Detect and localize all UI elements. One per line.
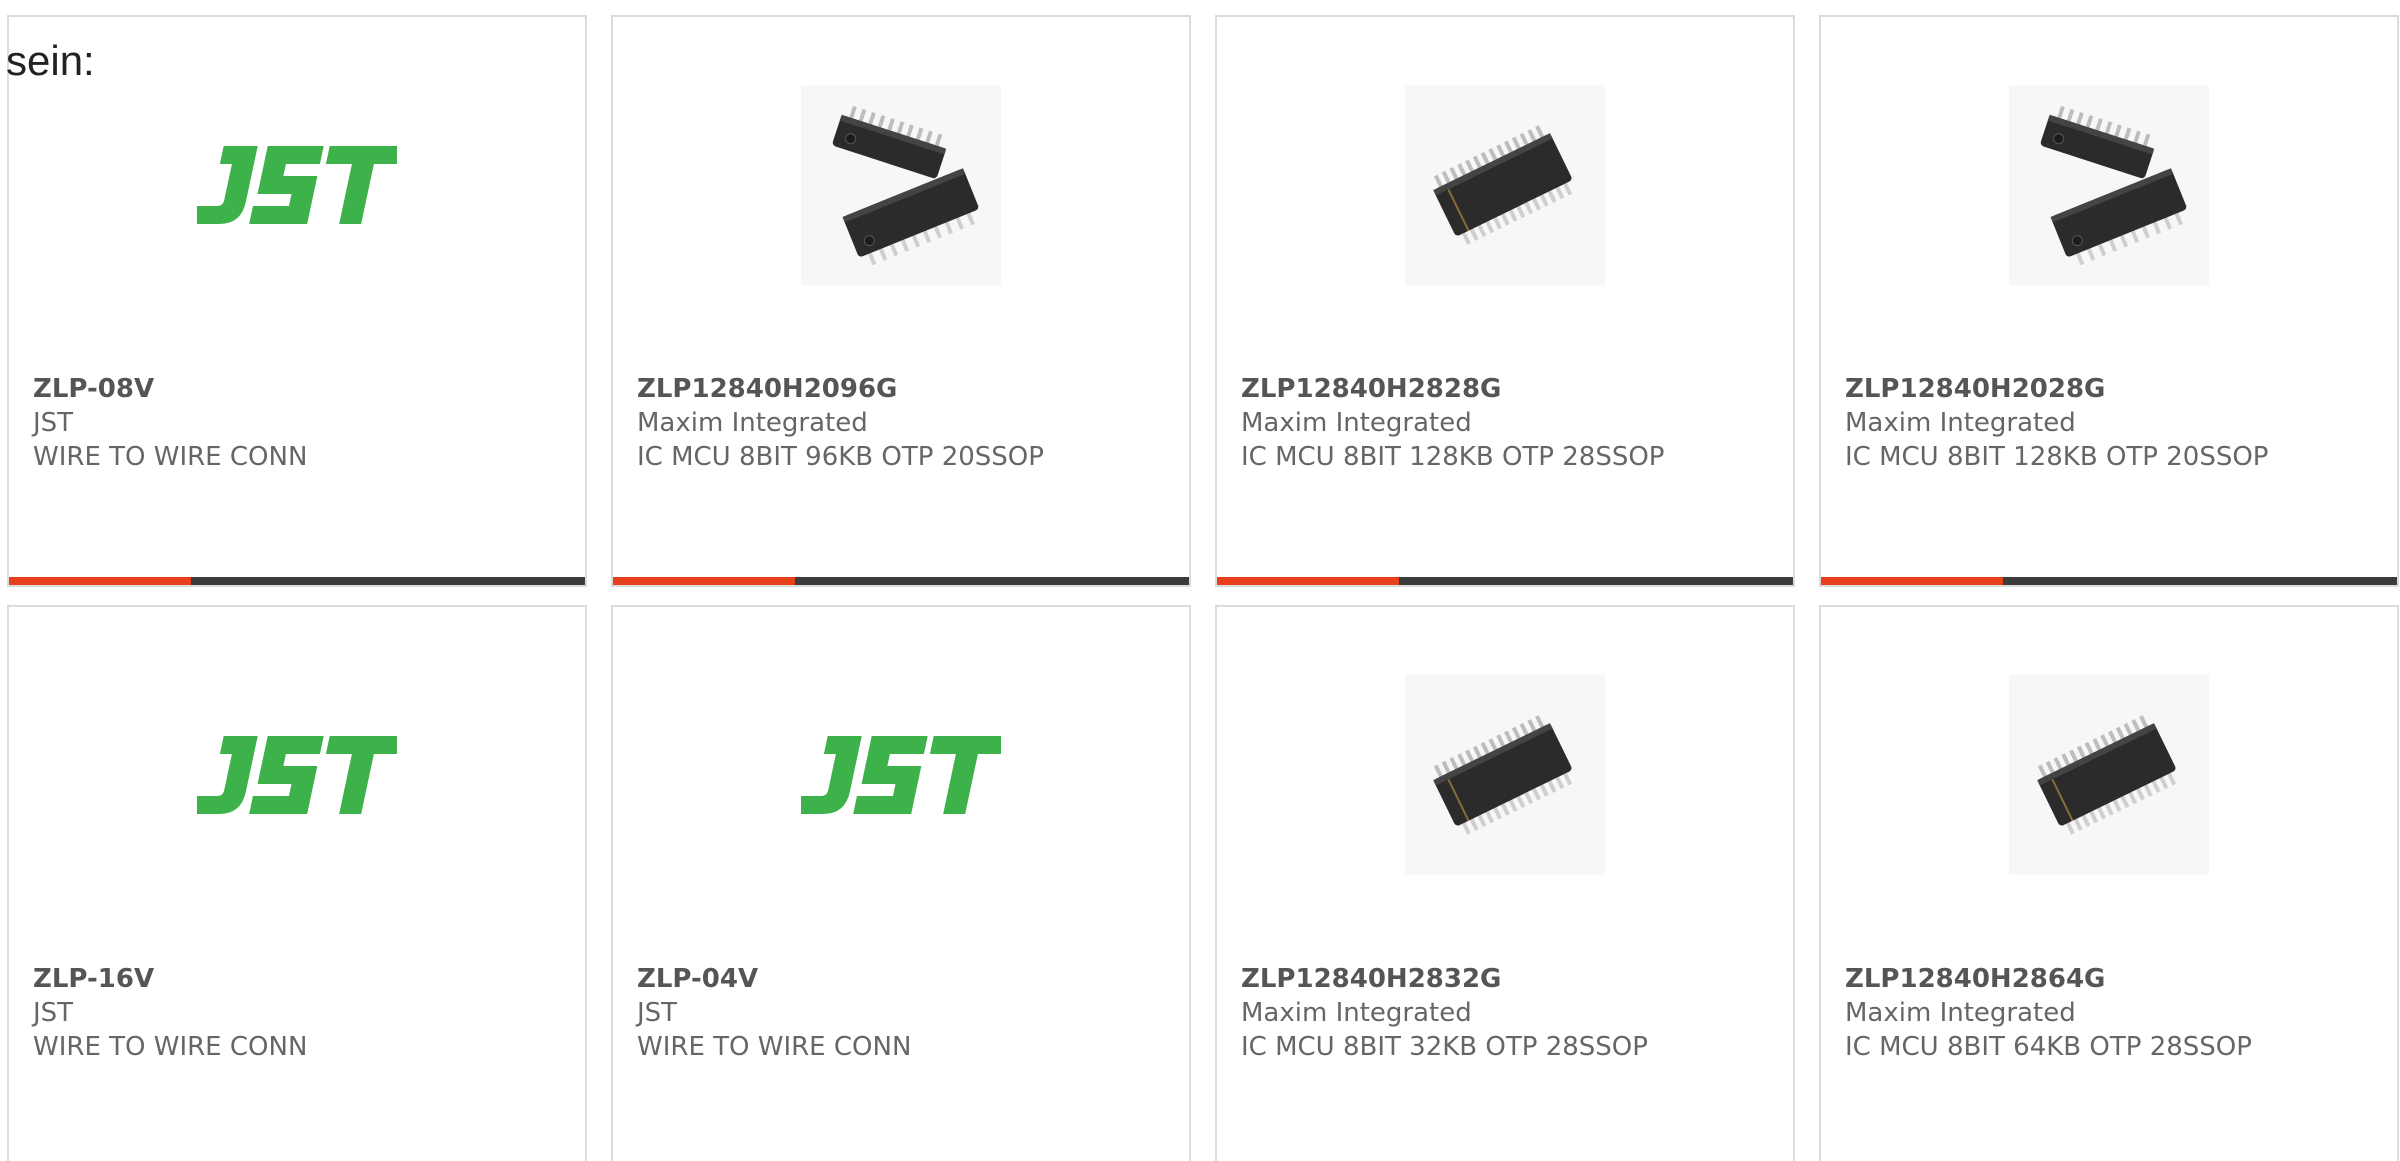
product-image[interactable] (1405, 85, 1605, 285)
product-description: WIRE TO WIRE CONN (33, 1032, 308, 1062)
product-info: ZLP-04V JST WIRE TO WIRE CONN (637, 962, 1177, 1064)
part-number-link[interactable]: ZLP12840H2864G (1845, 962, 2385, 996)
product-card[interactable]: ZLP12840H2028G Maxim Integrated IC MCU 8BI… (1819, 15, 2399, 587)
product-card[interactable]: ZLP12840H2096G Maxim Integrated IC MCU 8BI… (611, 15, 1191, 587)
product-image[interactable] (2009, 85, 2209, 285)
manufacturer-name: JST (637, 998, 678, 1028)
product-card[interactable]: ZLP-08V JST WIRE TO WIRE CONN (7, 15, 587, 587)
manufacturer-name: Maxim Integrated (1845, 998, 2076, 1028)
manufacturer-name: Maxim Integrated (1241, 998, 1472, 1028)
jst-logo-icon (197, 146, 397, 224)
product-description: IC MCU 8BIT 64KB OTP 28SSOP (1845, 1032, 2252, 1062)
product-info: ZLP12840H2096G Maxim Integrated IC MCU 8BI… (637, 372, 1177, 474)
product-image[interactable] (197, 85, 397, 285)
part-number-link[interactable]: ZLP-04V (637, 962, 1177, 996)
product-card[interactable]: ZLP-16V JST WIRE TO WIRE CONN (7, 605, 587, 1161)
product-description: WIRE TO WIRE CONN (33, 442, 308, 472)
manufacturer-name: Maxim Integrated (1241, 408, 1472, 438)
product-description: IC MCU 8BIT 32KB OTP 28SSOP (1241, 1032, 1648, 1062)
manufacturer-name: Maxim Integrated (1845, 408, 2076, 438)
product-info: ZLP12840H2864G Maxim Integrated IC MCU 8BI… (1845, 962, 2385, 1064)
product-grid-page: sein: ZLP-08V JST WIRE TO WIRE CONN ZLP1284… (0, 0, 2400, 1161)
product-card[interactable]: ZLP12840H2864G Maxim Integrated IC MCU 8BI… (1819, 605, 2399, 1161)
ic-package-icon (1405, 85, 1605, 285)
part-number-link[interactable]: ZLP-16V (33, 962, 573, 996)
product-info: ZLP12840H2028G Maxim Integrated IC MCU 8BI… (1845, 372, 2385, 474)
product-image[interactable] (197, 675, 397, 875)
product-description: IC MCU 8BIT 96KB OTP 20SSOP (637, 442, 1044, 472)
manufacturer-name: Maxim Integrated (637, 408, 868, 438)
part-number-link[interactable]: ZLP12840H2028G (1845, 372, 2385, 406)
card-footer-bar (613, 577, 1189, 585)
product-description: IC MCU 8BIT 128KB OTP 20SSOP (1845, 442, 2269, 472)
product-image[interactable] (801, 85, 1001, 285)
card-footer-accent (613, 577, 795, 585)
ic-package-icon (1405, 675, 1605, 875)
manufacturer-name: JST (33, 408, 74, 438)
intro-label: sein: (6, 37, 95, 84)
product-info: ZLP12840H2828G Maxim Integrated IC MCU 8BI… (1241, 372, 1781, 474)
ic-package-icon (2009, 85, 2209, 285)
product-image[interactable] (2009, 675, 2209, 875)
product-info: ZLP12840H2832G Maxim Integrated IC MCU 8BI… (1241, 962, 1781, 1064)
card-footer-bar (1821, 577, 2397, 585)
part-number-link[interactable]: ZLP12840H2832G (1241, 962, 1781, 996)
card-footer-accent (1217, 577, 1399, 585)
product-grid: ZLP-08V JST WIRE TO WIRE CONN ZLP12840H2096… (0, 0, 2400, 1161)
product-card[interactable]: ZLP12840H2832G Maxim Integrated IC MCU 8BI… (1215, 605, 1795, 1161)
ic-package-icon (801, 85, 1001, 285)
product-image[interactable] (1405, 675, 1605, 875)
product-info: ZLP-16V JST WIRE TO WIRE CONN (33, 962, 573, 1064)
product-description: IC MCU 8BIT 128KB OTP 28SSOP (1241, 442, 1665, 472)
product-description: WIRE TO WIRE CONN (637, 1032, 912, 1062)
manufacturer-name: JST (33, 998, 74, 1028)
jst-logo-icon (801, 736, 1001, 814)
card-footer-accent (1821, 577, 2003, 585)
product-card[interactable]: ZLP12840H2828G Maxim Integrated IC MCU 8BI… (1215, 15, 1795, 587)
jst-logo-icon (197, 736, 397, 814)
product-image[interactable] (801, 675, 1001, 875)
product-card[interactable]: ZLP-04V JST WIRE TO WIRE CONN (611, 605, 1191, 1161)
card-footer-bar (9, 577, 585, 585)
part-number-link[interactable]: ZLP12840H2828G (1241, 372, 1781, 406)
part-number-link[interactable]: ZLP12840H2096G (637, 372, 1177, 406)
product-info: ZLP-08V JST WIRE TO WIRE CONN (33, 372, 573, 474)
card-footer-accent (9, 577, 191, 585)
ic-package-icon (2009, 675, 2209, 875)
part-number-link[interactable]: ZLP-08V (33, 372, 573, 406)
card-footer-bar (1217, 577, 1793, 585)
